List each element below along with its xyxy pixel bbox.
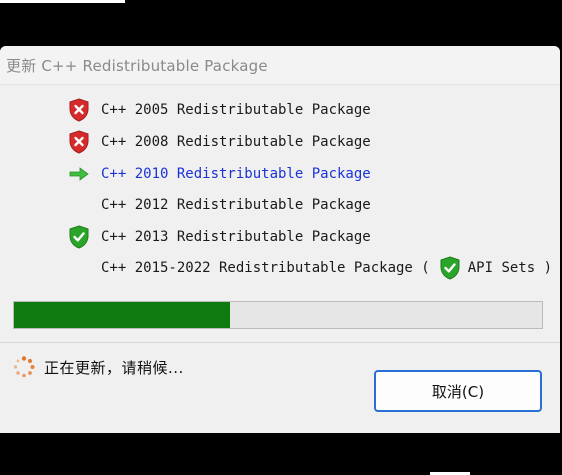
package-row-2010: C++ 2010 Redistributable Package <box>66 159 371 189</box>
package-label: C++ 2015-2022 Redistributable Package ( … <box>101 256 552 280</box>
shield-check-icon <box>66 224 92 250</box>
package-row-2013: C++ 2013 Redistributable Package <box>66 222 371 252</box>
package-label: C++ 2012 Redistributable Package <box>101 197 371 213</box>
package-row-2015-2022: C++ 2015-2022 Redistributable Package ( … <box>66 253 552 283</box>
package-row-2005: C++ 2005 Redistributable Package <box>66 95 371 125</box>
empty-status-icon <box>66 192 92 218</box>
package-row-2008: C++ 2008 Redistributable Package <box>66 127 371 157</box>
package-label: C++ 2005 Redistributable Package <box>101 102 371 118</box>
api-sets-label: API Sets ) <box>467 260 553 276</box>
package-label: C++ 2013 Redistributable Package <box>101 229 371 245</box>
progress-bar <box>13 301 543 329</box>
separator <box>0 342 560 343</box>
status-row: 正在更新，请稍候... <box>12 352 184 382</box>
screen-background-bottom <box>0 433 562 475</box>
status-text: 正在更新，请稍候... <box>44 358 184 377</box>
arrow-right-icon <box>66 161 92 187</box>
screen-background-top <box>0 0 562 46</box>
shield-error-icon <box>66 97 92 123</box>
window-title: 更新 C++ Redistributable Package <box>6 56 268 75</box>
package-label-prefix: C++ 2015-2022 Redistributable Package ( <box>101 260 430 276</box>
package-label: C++ 2008 Redistributable Package <box>101 134 371 150</box>
desktop-edge <box>0 0 125 3</box>
update-dialog: 更新 C++ Redistributable Package C++ 2005 … <box>0 46 560 433</box>
title-bar: 更新 C++ Redistributable Package <box>0 46 560 85</box>
progress-fill <box>14 302 231 328</box>
package-label: C++ 2010 Redistributable Package <box>101 166 371 182</box>
package-row-2012: C++ 2012 Redistributable Package <box>66 190 371 220</box>
cancel-button[interactable]: 取消(C) <box>374 370 542 412</box>
shield-check-icon <box>438 256 462 280</box>
shield-error-icon <box>66 129 92 155</box>
spinner-icon <box>12 355 36 379</box>
empty-status-icon <box>66 255 92 281</box>
